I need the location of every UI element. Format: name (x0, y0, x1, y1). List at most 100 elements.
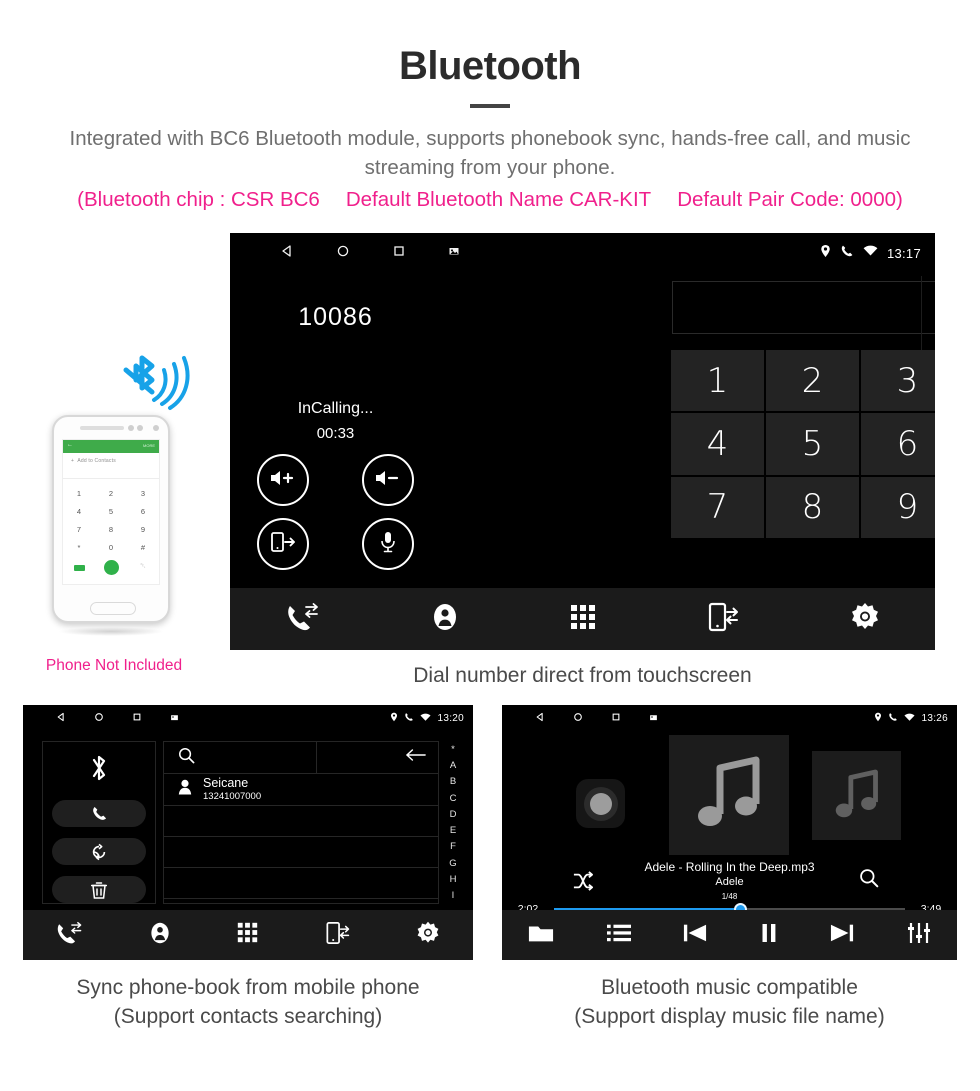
key-3[interactable]: 3 (861, 350, 935, 412)
playlist-button[interactable] (606, 923, 631, 948)
location-icon (390, 709, 398, 727)
phonebook-delete-button[interactable] (52, 876, 146, 903)
key-8[interactable]: 8 (766, 476, 859, 538)
phonebook-screenshot: 13:20 Seicane 13241007000 * A B C D E F … (23, 705, 473, 960)
back-icon[interactable] (56, 709, 66, 727)
back-icon[interactable] (535, 709, 545, 727)
volume-down-button[interactable] (362, 454, 415, 506)
screenshot-icon[interactable] (448, 244, 460, 262)
phone-icon (404, 709, 414, 727)
index-letter[interactable]: A (450, 760, 456, 771)
back-arrow-icon[interactable] (406, 748, 426, 767)
key-7[interactable]: 7 (671, 476, 764, 538)
key-5[interactable]: 5 (766, 413, 859, 475)
phonebook-call-button[interactable] (52, 800, 146, 827)
search-icon (860, 869, 879, 888)
phone-back-icon: ← (67, 442, 73, 448)
previous-icon (684, 924, 707, 941)
settings-tab[interactable] (850, 602, 880, 637)
phone-transfer-tab[interactable] (707, 602, 739, 637)
album-art-center[interactable] (669, 735, 789, 855)
index-letter[interactable]: * (451, 744, 455, 755)
phone-videocall-icon (63, 558, 95, 576)
index-letter[interactable]: I (452, 890, 455, 901)
spec-name: Default Bluetooth Name CAR-KIT (345, 188, 652, 212)
recents-icon[interactable] (392, 244, 406, 263)
contacts-tab[interactable] (149, 921, 171, 950)
phone-illustration: ← MORE + Add to Contacts 1 2 3 4 5 6 7 8… (52, 415, 170, 636)
playlist-icon (606, 924, 631, 941)
key-9[interactable]: 9 (861, 476, 935, 538)
key-1[interactable]: 1 (671, 350, 764, 412)
key-6[interactable]: 6 (861, 413, 935, 475)
shuffle-button[interactable] (572, 871, 594, 896)
number-input-field[interactable] (672, 276, 935, 354)
empty-row[interactable] (164, 868, 438, 899)
phone-icon (888, 709, 898, 727)
phone-key: 6 (140, 507, 146, 516)
phone-transfer-icon (708, 602, 738, 631)
phonebook-search-row[interactable] (164, 742, 438, 774)
settings-tab[interactable] (416, 921, 440, 950)
phone-key: 4 (76, 507, 82, 516)
microphone-mute-button[interactable] (362, 518, 415, 570)
music-note-icon (698, 756, 760, 826)
music-screenshot: 13:26 Adele - Rolling In the Deep.mp3 Ad… (502, 705, 957, 960)
key-4[interactable]: 4 (671, 413, 764, 475)
index-letter[interactable]: B (450, 776, 456, 787)
alphabet-index[interactable]: * A B C D E F G H I (443, 741, 463, 904)
home-icon[interactable] (94, 709, 104, 727)
phone-key: 0 (108, 543, 114, 552)
album-art-left[interactable] (576, 779, 625, 828)
previous-button[interactable] (683, 922, 707, 949)
home-icon[interactable] (336, 244, 350, 263)
phone-transfer-tab[interactable] (325, 921, 350, 950)
volume-up-button[interactable] (256, 454, 309, 506)
spec-chip: (Bluetooth chip : CSR BC6 (77, 188, 320, 212)
music-search-button[interactable] (859, 868, 879, 893)
index-letter[interactable]: D (450, 809, 457, 820)
contacts-icon (151, 922, 169, 943)
transfer-to-phone-button[interactable] (256, 518, 309, 570)
index-letter[interactable]: E (450, 825, 456, 836)
home-icon[interactable] (573, 709, 583, 727)
call-action-buttons (230, 454, 441, 570)
call-timer: 00:33 (316, 425, 355, 442)
phone-backspace-icon: ␡ (140, 563, 146, 570)
equalizer-button[interactable] (907, 922, 931, 949)
screenshot-icon[interactable] (649, 709, 658, 727)
title-divider (470, 104, 510, 108)
empty-row[interactable] (164, 806, 438, 837)
key-2[interactable]: 2 (766, 350, 859, 412)
contact-row[interactable]: Seicane 13241007000 (164, 774, 438, 806)
pause-button[interactable] (760, 922, 778, 949)
knob-outer (583, 786, 618, 821)
empty-row[interactable] (164, 837, 438, 868)
index-letter[interactable]: G (449, 858, 456, 869)
wifi-icon (904, 709, 916, 727)
phone-key: 3 (140, 489, 146, 498)
recents-icon[interactable] (132, 709, 142, 727)
call-log-tab[interactable] (56, 921, 83, 950)
screenshot-icon[interactable] (170, 709, 179, 727)
music-note-icon (835, 769, 878, 817)
index-letter[interactable]: C (450, 793, 457, 804)
folder-button[interactable] (528, 922, 554, 949)
phonebook-side-panel (42, 741, 156, 904)
contacts-tab[interactable] (431, 602, 459, 637)
next-button[interactable] (830, 922, 854, 949)
phonebook-caption-line1: Sync phone-book from mobile phone (76, 976, 420, 999)
music-control-bar (502, 910, 957, 960)
location-icon (874, 709, 882, 727)
dialpad-tab[interactable] (570, 604, 596, 635)
track-title: Adele - Rolling In the Deep.mp3 (644, 860, 815, 874)
album-art-right[interactable] (812, 751, 901, 840)
phonebook-sync-button[interactable] (52, 838, 146, 865)
recents-icon[interactable] (611, 709, 621, 727)
call-log-tab[interactable] (286, 602, 320, 637)
index-letter[interactable]: H (450, 874, 457, 885)
phone-keypad: 1 2 3 4 5 6 7 8 9 * 0 # (63, 485, 159, 557)
dialpad-tab[interactable] (237, 922, 258, 948)
index-letter[interactable]: F (450, 841, 456, 852)
back-icon[interactable] (280, 244, 294, 263)
